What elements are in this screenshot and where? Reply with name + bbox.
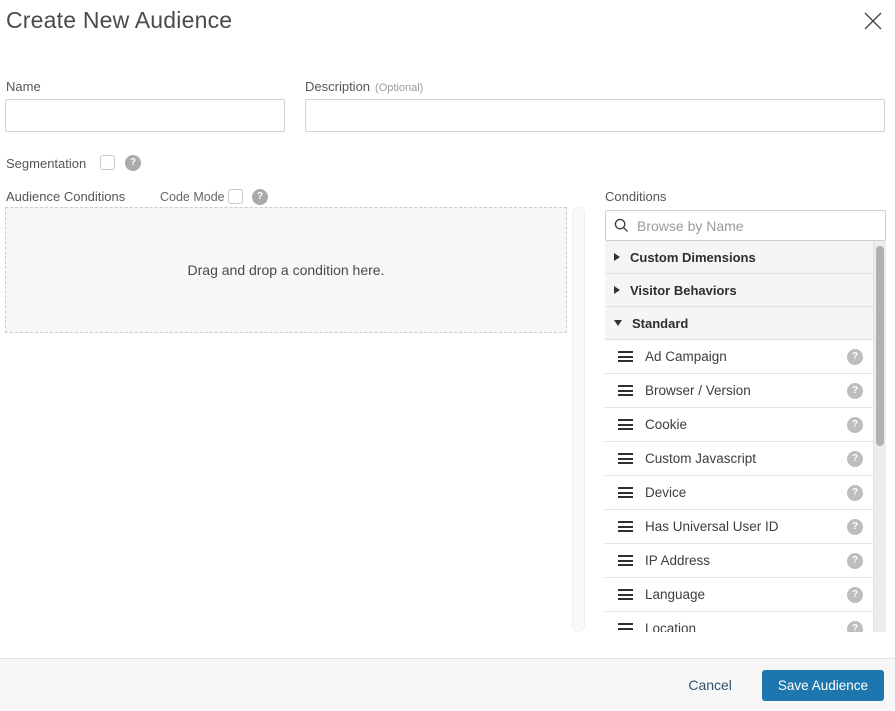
condition-item-ad-campaign[interactable]: Ad Campaign? [605,340,873,374]
condition-dropzone[interactable]: Drag and drop a condition here. [5,207,567,333]
scrollbar-thumb[interactable] [876,246,884,446]
drag-handle-icon[interactable] [618,623,633,632]
cancel-button[interactable]: Cancel [688,677,732,693]
condition-item-label: Custom Javascript [645,451,756,466]
condition-item-label: Browser / Version [645,383,751,398]
help-icon[interactable]: ? [847,485,863,501]
condition-item-ip-address[interactable]: IP Address? [605,544,873,578]
audience-conditions-label: Audience Conditions [6,189,125,204]
conditions-scrollbar[interactable] [874,241,886,632]
condition-item-label: Ad Campaign [645,349,727,364]
left-pane-scrollbar[interactable] [572,207,585,632]
help-icon[interactable]: ? [847,417,863,433]
name-input[interactable] [5,99,285,132]
section-header-custom-dimensions[interactable]: Custom Dimensions [605,241,873,274]
dropzone-text: Drag and drop a condition here. [188,262,385,278]
chevron-down-icon [614,320,622,326]
drag-handle-icon[interactable] [618,521,633,532]
help-icon[interactable]: ? [847,621,863,633]
help-icon[interactable]: ? [847,553,863,569]
section-label: Visitor Behaviors [630,283,737,298]
chevron-right-icon [614,286,620,294]
drag-handle-icon[interactable] [618,351,633,362]
section-label: Standard [632,316,688,331]
description-label-text: Description [305,79,370,94]
drag-handle-icon[interactable] [618,385,633,396]
section-header-visitor-behaviors[interactable]: Visitor Behaviors [605,274,873,307]
description-optional-label: (Optional) [375,82,423,94]
drag-handle-icon[interactable] [618,453,633,464]
condition-item-has-universal-user-id[interactable]: Has Universal User ID? [605,510,873,544]
drag-handle-icon[interactable] [618,419,633,430]
help-icon[interactable]: ? [847,349,863,365]
segmentation-help-icon[interactable]: ? [125,155,141,171]
help-icon[interactable]: ? [847,587,863,603]
name-label: Name [6,79,41,94]
close-x-glyph [863,11,883,31]
save-audience-button[interactable]: Save Audience [762,670,884,701]
condition-item-label: IP Address [645,553,710,568]
drag-handle-icon[interactable] [618,487,633,498]
dialog-footer: Cancel Save Audience [0,658,895,711]
chevron-right-icon [614,253,620,261]
code-mode-help-icon[interactable]: ? [252,189,268,205]
help-icon[interactable]: ? [847,519,863,535]
close-icon[interactable] [862,11,884,33]
help-icon[interactable]: ? [847,383,863,399]
condition-item-device[interactable]: Device? [605,476,873,510]
condition-item-custom-javascript[interactable]: Custom Javascript? [605,442,873,476]
description-label: Description (Optional) [305,79,423,94]
section-label: Custom Dimensions [630,250,756,265]
condition-item-label: Device [645,485,686,500]
condition-item-label: Cookie [645,417,687,432]
condition-item-browser-version[interactable]: Browser / Version? [605,374,873,408]
condition-item-location[interactable]: Location? [605,612,873,632]
segmentation-label: Segmentation [6,156,86,171]
condition-item-label: Language [645,587,705,602]
search-input[interactable] [637,218,877,234]
code-mode-checkbox[interactable] [228,189,243,204]
description-input[interactable] [305,99,885,132]
create-audience-dialog: Create New Audience Name Description (Opt… [0,0,895,711]
drag-handle-icon[interactable] [618,555,633,566]
condition-item-label: Has Universal User ID [645,519,779,534]
condition-item-cookie[interactable]: Cookie? [605,408,873,442]
drag-handle-icon[interactable] [618,589,633,600]
help-icon[interactable]: ? [847,451,863,467]
condition-item-label: Location [645,621,696,632]
conditions-panel-title: Conditions [605,189,666,204]
conditions-list: Custom Dimensions Visitor Behaviors Standa… [605,241,874,632]
search-icon [614,218,629,233]
condition-item-language[interactable]: Language? [605,578,873,612]
conditions-search-box [605,210,886,241]
page-title: Create New Audience [6,7,232,34]
section-header-standard[interactable]: Standard [605,307,873,340]
segmentation-checkbox[interactable] [100,155,115,170]
code-mode-label: Code Mode [160,190,225,204]
